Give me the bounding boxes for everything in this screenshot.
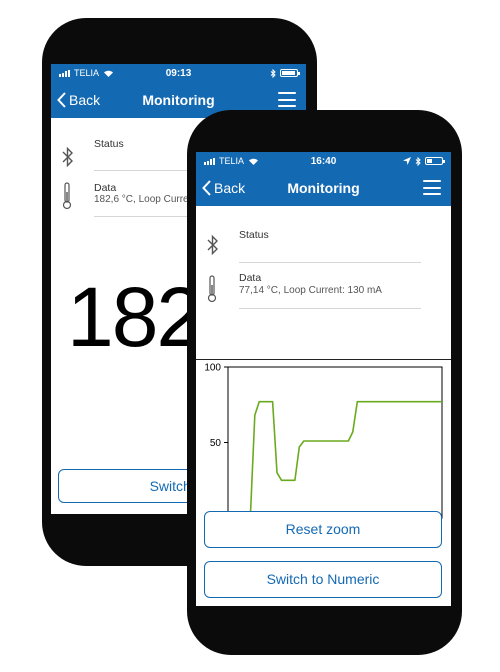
hamburger-menu-icon[interactable]: [423, 180, 441, 195]
status-row: Status: [196, 229, 451, 265]
wifi-icon: [104, 70, 114, 77]
chevron-left-icon: [57, 92, 66, 108]
nav-bar: Back Monitoring: [196, 170, 451, 206]
front-phone-screen: TELIA 16:40 Back Monitoring Status Data …: [196, 152, 451, 606]
bluetooth-icon: [415, 156, 421, 166]
status-label: Status: [239, 229, 269, 241]
status-bar: TELIA 16:40: [196, 152, 451, 170]
bluetooth-icon: [207, 234, 218, 256]
data-value: 77,14 °C, Loop Current: 130 mA: [239, 285, 382, 296]
y-tick-label: 100: [204, 363, 221, 374]
data-row: Data 77,14 °C, Loop Current: 130 mA: [196, 272, 451, 316]
thermometer-icon: [62, 182, 72, 210]
battery-icon: [280, 69, 300, 77]
wifi-icon: [249, 158, 259, 165]
data-label: Data: [239, 272, 262, 284]
data-label: Data: [94, 182, 117, 194]
thermometer-icon: [207, 275, 217, 303]
bluetooth-icon: [270, 68, 276, 78]
status-bar: TELIA 09:13: [51, 64, 306, 82]
battery-icon: [425, 157, 445, 165]
divider: [239, 308, 421, 309]
hamburger-menu-icon[interactable]: [278, 92, 296, 107]
front-phone: TELIA 16:40 Back Monitoring Status Data …: [187, 110, 462, 655]
data-value: 182,6 °C, Loop Current: [94, 194, 197, 205]
back-button[interactable]: Back: [202, 170, 245, 206]
bluetooth-icon: [62, 146, 73, 168]
carrier-label: TELIA: [219, 156, 245, 166]
status-label: Status: [94, 138, 124, 150]
back-label: Back: [214, 180, 246, 196]
chevron-left-icon: [202, 180, 211, 196]
signal-icon: [59, 69, 70, 77]
reset-zoom-button[interactable]: Reset zoom: [204, 511, 442, 548]
plot-area-border: [227, 366, 443, 519]
signal-icon: [204, 157, 215, 165]
divider: [239, 262, 421, 263]
back-label: Back: [69, 92, 101, 108]
location-arrow-icon: [403, 157, 411, 165]
carrier-label: TELIA: [74, 68, 100, 78]
y-tick-label: 50: [210, 438, 222, 449]
series-line: [228, 400, 442, 519]
back-button[interactable]: Back: [57, 82, 100, 118]
switch-to-numeric-button[interactable]: Switch to Numeric: [204, 561, 442, 598]
numeric-reading: 182: [67, 270, 203, 364]
